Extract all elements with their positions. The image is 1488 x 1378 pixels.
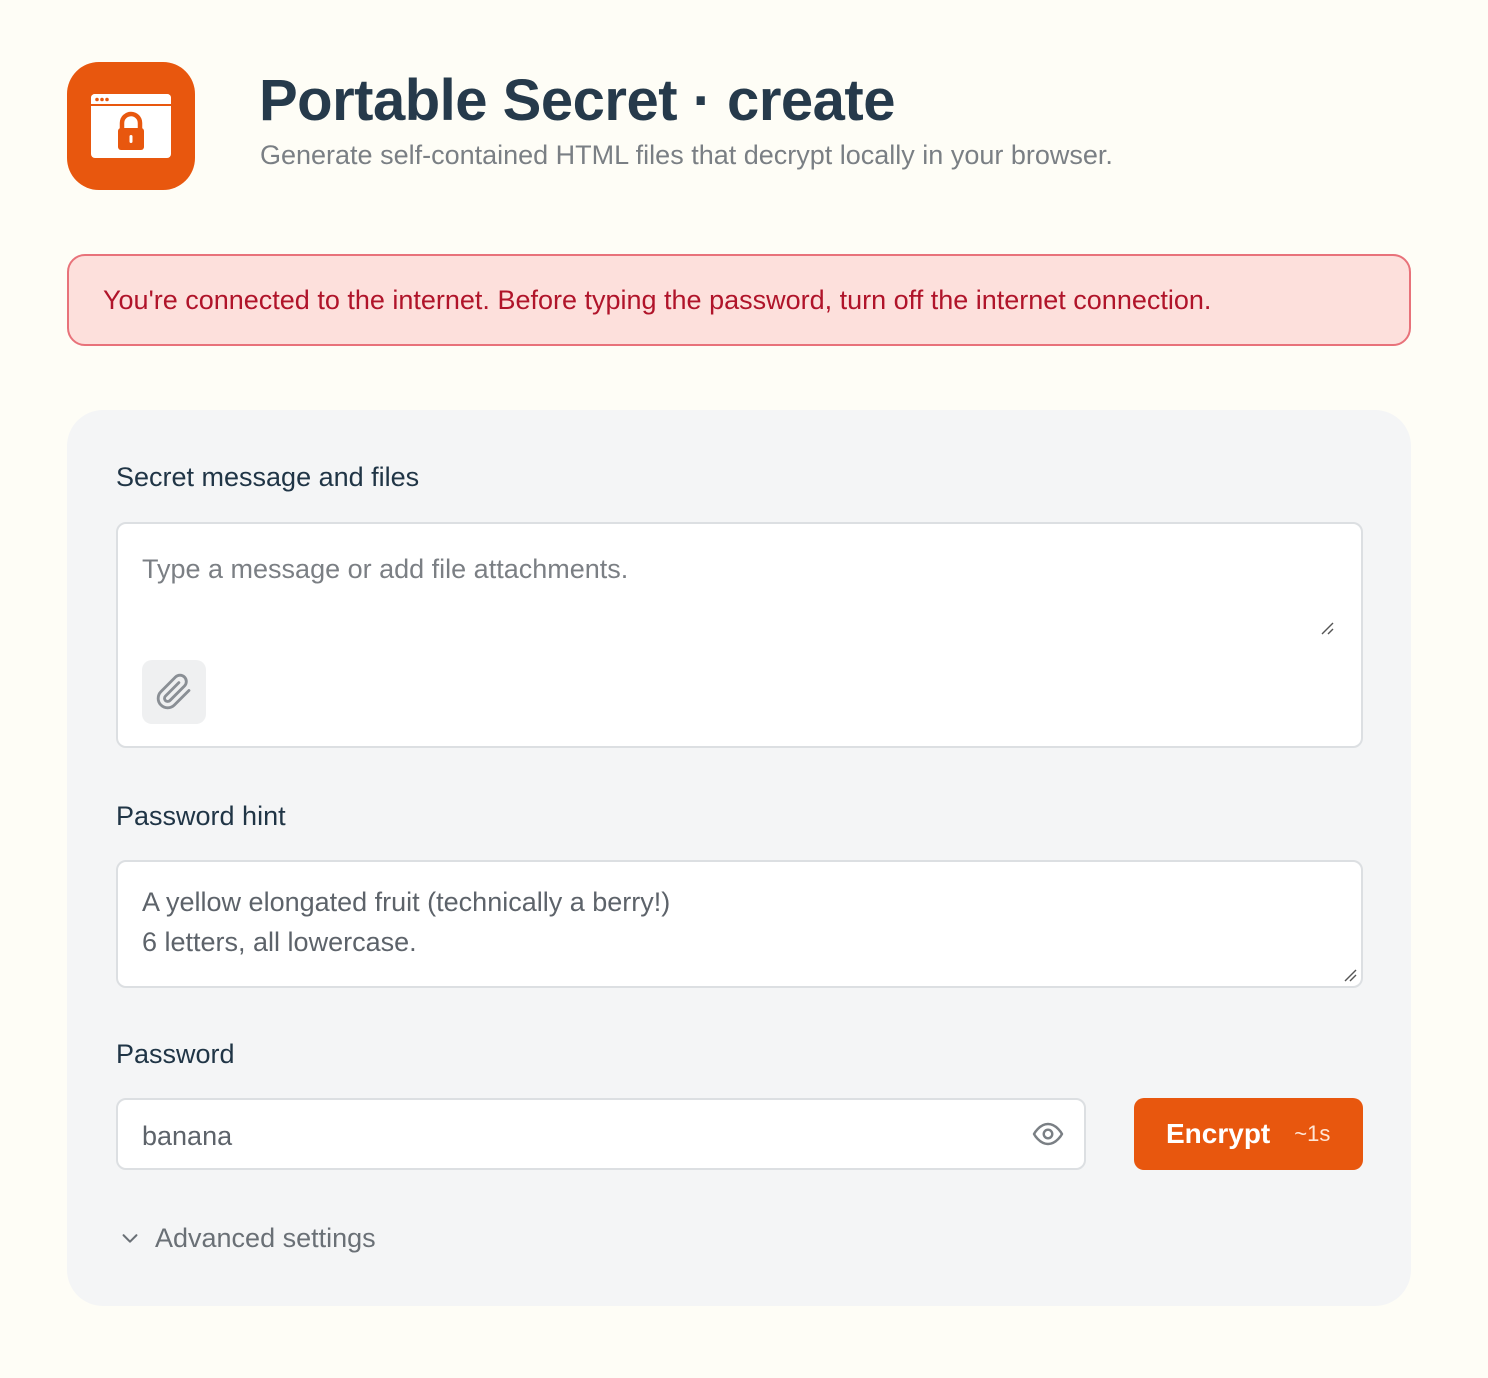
encrypt-time-estimate: ~1s [1294,1121,1331,1146]
eye-icon [1032,1122,1064,1146]
hint-label: Password hint [116,801,286,831]
advanced-settings-label: Advanced settings [155,1223,376,1253]
resize-handle-icon[interactable] [1319,620,1335,636]
message-label: Secret message and files [116,462,420,492]
password-label: Password [116,1039,235,1069]
password-value: banana [142,1121,233,1151]
encrypt-label: Encrypt [1166,1118,1271,1149]
password-hint-input[interactable]: A yellow elongated fruit (technically a … [116,860,1363,988]
message-input[interactable]: Type a message or add file attachments. [116,522,1363,748]
attach-file-button[interactable] [142,660,206,724]
paperclip-icon [156,673,191,710]
alert-message: You're connected to the internet. Before… [103,285,1212,315]
create-secret-form: Secret message and files Type a message … [67,410,1411,1306]
advanced-settings-toggle[interactable]: Advanced settings [119,1220,376,1256]
offline-warning-alert: You're connected to the internet. Before… [67,254,1411,346]
page-subtitle: Generate self-contained HTML files that … [260,140,1113,170]
hint-value: A yellow elongated fruit (technically a … [142,887,671,957]
browser-lock-icon [91,94,171,158]
page-header: Portable Secret · create Generate self-c… [67,62,1410,190]
encrypt-button[interactable]: Encrypt ~1s [1134,1098,1363,1170]
toggle-password-visibility-button[interactable] [1030,1116,1066,1152]
resize-handle-icon[interactable] [1343,968,1357,982]
page-title: Portable Secret · create [259,68,895,133]
password-input[interactable]: banana [116,1098,1086,1170]
app-logo [67,62,195,190]
chevron-down-icon [122,1234,138,1243]
message-placeholder: Type a message or add file attachments. [142,554,629,584]
